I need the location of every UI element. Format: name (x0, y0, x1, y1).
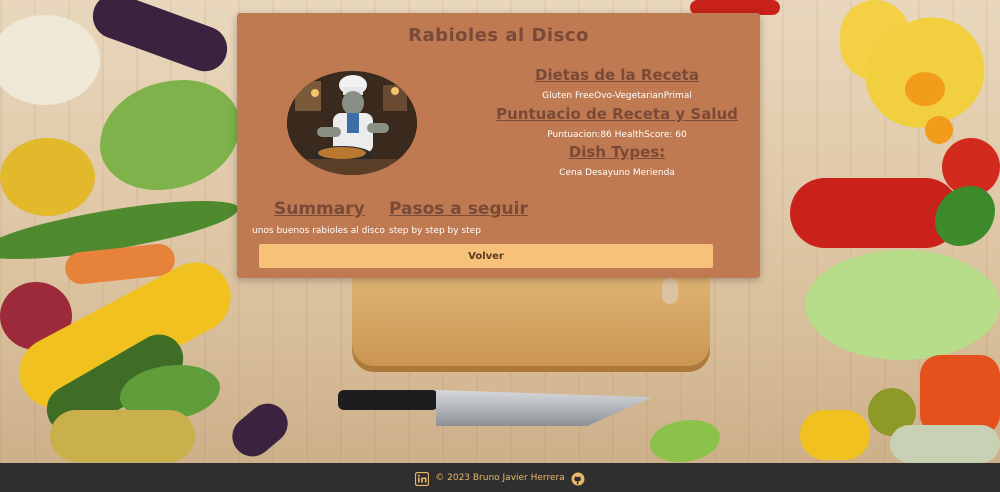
score-text: Puntuacion:86 HealthScore: 60 (547, 130, 687, 140)
recipe-detail-card: Rabioles al Disco Dietas de la Receta Gl… (237, 13, 760, 278)
leaf-decor (100, 80, 240, 190)
cutting-board-hole (662, 278, 678, 304)
cutting-board-decor (352, 262, 710, 372)
steps-heading[interactable]: Pasos a seguir (389, 199, 528, 219)
cauliflower-decor (0, 15, 100, 105)
knife-blade-decor (436, 390, 652, 426)
footer: © 2023 Bruno Javier Herrera (0, 463, 1000, 492)
github-icon[interactable] (571, 471, 585, 485)
eggplant-small-decor (224, 395, 296, 463)
cabbage-decor (805, 250, 1000, 360)
diets-heading: Dietas de la Receta (535, 66, 699, 84)
dish-types-heading: Dish Types: (568, 143, 666, 161)
zucchini-right-decor (800, 410, 870, 460)
pepper-yellow-decor (0, 138, 95, 216)
footer-copyright: © 2023 Bruno Javier Herrera (435, 472, 565, 483)
back-button[interactable]: Volver (259, 244, 713, 268)
summary-heading[interactable]: Summary (274, 199, 365, 219)
tomato-small-decor (925, 116, 953, 144)
cherry-tomatoes-decor (790, 178, 960, 248)
diets-text: Gluten FreeOvo-VegetarianPrimal (542, 91, 692, 101)
recipe-image (287, 71, 417, 175)
chef-illustration (287, 71, 417, 175)
score-heading: Puntuacio de Receta y Salud (496, 105, 738, 123)
dish-types-text: Cena Desayuno Merienda (559, 168, 675, 178)
celery-decor (650, 420, 720, 462)
steps-text: step by step by step (389, 226, 481, 236)
pepper-red-decor (920, 355, 1000, 435)
summary-text: unos buenos rabioles al disco (252, 226, 385, 236)
knife-handle-decor (338, 390, 438, 410)
tomato-orange-decor (905, 72, 945, 106)
recipe-title: Rabioles al Disco (408, 25, 589, 46)
linkedin-icon[interactable] (415, 471, 430, 486)
squash-right-decor (890, 425, 1000, 463)
squash-decor (50, 410, 195, 462)
eggplant-decor (86, 0, 234, 78)
